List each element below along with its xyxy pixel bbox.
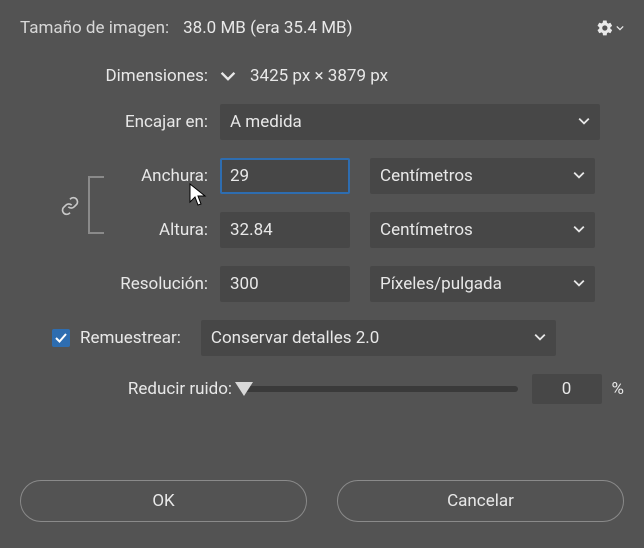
height-value: 32.84 xyxy=(230,220,273,240)
dimensions-row: Dimensiones: 3425 px × 3879 px xyxy=(20,66,624,86)
noise-slider-thumb[interactable] xyxy=(235,382,253,396)
width-row: Anchura: 29 Centímetros xyxy=(20,158,624,194)
settings-gear-button[interactable] xyxy=(596,19,624,37)
chevron-down-icon xyxy=(573,220,585,240)
dimensions-toggle[interactable] xyxy=(220,68,236,84)
height-row: Altura: 32.84 Centímetros xyxy=(20,212,624,248)
width-unit-value: Centímetros xyxy=(380,166,473,186)
link-icon xyxy=(60,196,80,216)
dimension-link-bracket xyxy=(88,176,104,234)
noise-row: Reducir ruido: 0 % xyxy=(20,374,624,404)
chevron-down-icon xyxy=(578,112,590,132)
image-size-label: Tamaño de imagen: xyxy=(20,18,169,38)
height-unit-value: Centímetros xyxy=(380,220,473,240)
fit-value: A medida xyxy=(230,112,302,132)
chevron-down-icon xyxy=(220,68,236,84)
dimensions-label: Dimensiones: xyxy=(20,66,220,86)
resolution-value: 300 xyxy=(230,274,259,294)
chevron-down-icon xyxy=(573,274,585,294)
image-size-value: 38.0 MB (era 35.4 MB) xyxy=(183,18,352,38)
button-row: OK Cancelar xyxy=(20,480,624,522)
width-value: 29 xyxy=(230,166,249,186)
resolution-input[interactable]: 300 xyxy=(220,266,350,302)
link-dimensions-button[interactable] xyxy=(60,196,80,216)
noise-percent-suffix: % xyxy=(612,379,624,399)
header-row: Tamaño de imagen: 38.0 MB (era 35.4 MB) xyxy=(20,18,624,38)
fit-select[interactable]: A medida xyxy=(220,104,600,140)
ok-button[interactable]: OK xyxy=(20,480,307,522)
resample-checkbox[interactable] xyxy=(52,329,70,347)
dimensions-value: 3425 px × 3879 px xyxy=(250,66,388,86)
gear-icon xyxy=(596,19,614,37)
resample-row: Remuestrear: Conservar detalles 2.0 xyxy=(20,320,624,356)
noise-value: 0 xyxy=(562,379,572,399)
chevron-down-icon xyxy=(616,24,624,32)
width-input[interactable]: 29 xyxy=(220,158,350,194)
resolution-unit-select[interactable]: Píxeles/pulgada xyxy=(370,266,595,302)
check-icon xyxy=(54,331,68,345)
resample-method-value: Conservar detalles 2.0 xyxy=(211,328,379,348)
resolution-unit-value: Píxeles/pulgada xyxy=(380,274,502,294)
cancel-button[interactable]: Cancelar xyxy=(337,480,624,522)
noise-slider[interactable] xyxy=(244,386,518,392)
height-input[interactable]: 32.84 xyxy=(220,212,350,248)
chevron-down-icon xyxy=(534,328,546,348)
width-label: Anchura: xyxy=(20,166,220,186)
noise-label: Reducir ruido: xyxy=(20,379,238,399)
chevron-down-icon xyxy=(573,166,585,186)
resample-label: Remuestrear: xyxy=(80,328,181,348)
noise-value-input[interactable]: 0 xyxy=(532,374,602,404)
height-unit-select[interactable]: Centímetros xyxy=(370,212,595,248)
fit-label: Encajar en: xyxy=(20,112,220,132)
resolution-label: Resolución: xyxy=(20,274,220,294)
height-label: Altura: xyxy=(20,220,220,240)
width-unit-select[interactable]: Centímetros xyxy=(370,158,595,194)
fit-row: Encajar en: A medida xyxy=(20,104,624,140)
resample-method-select[interactable]: Conservar detalles 2.0 xyxy=(201,320,556,356)
resolution-row: Resolución: 300 Píxeles/pulgada xyxy=(20,266,624,302)
